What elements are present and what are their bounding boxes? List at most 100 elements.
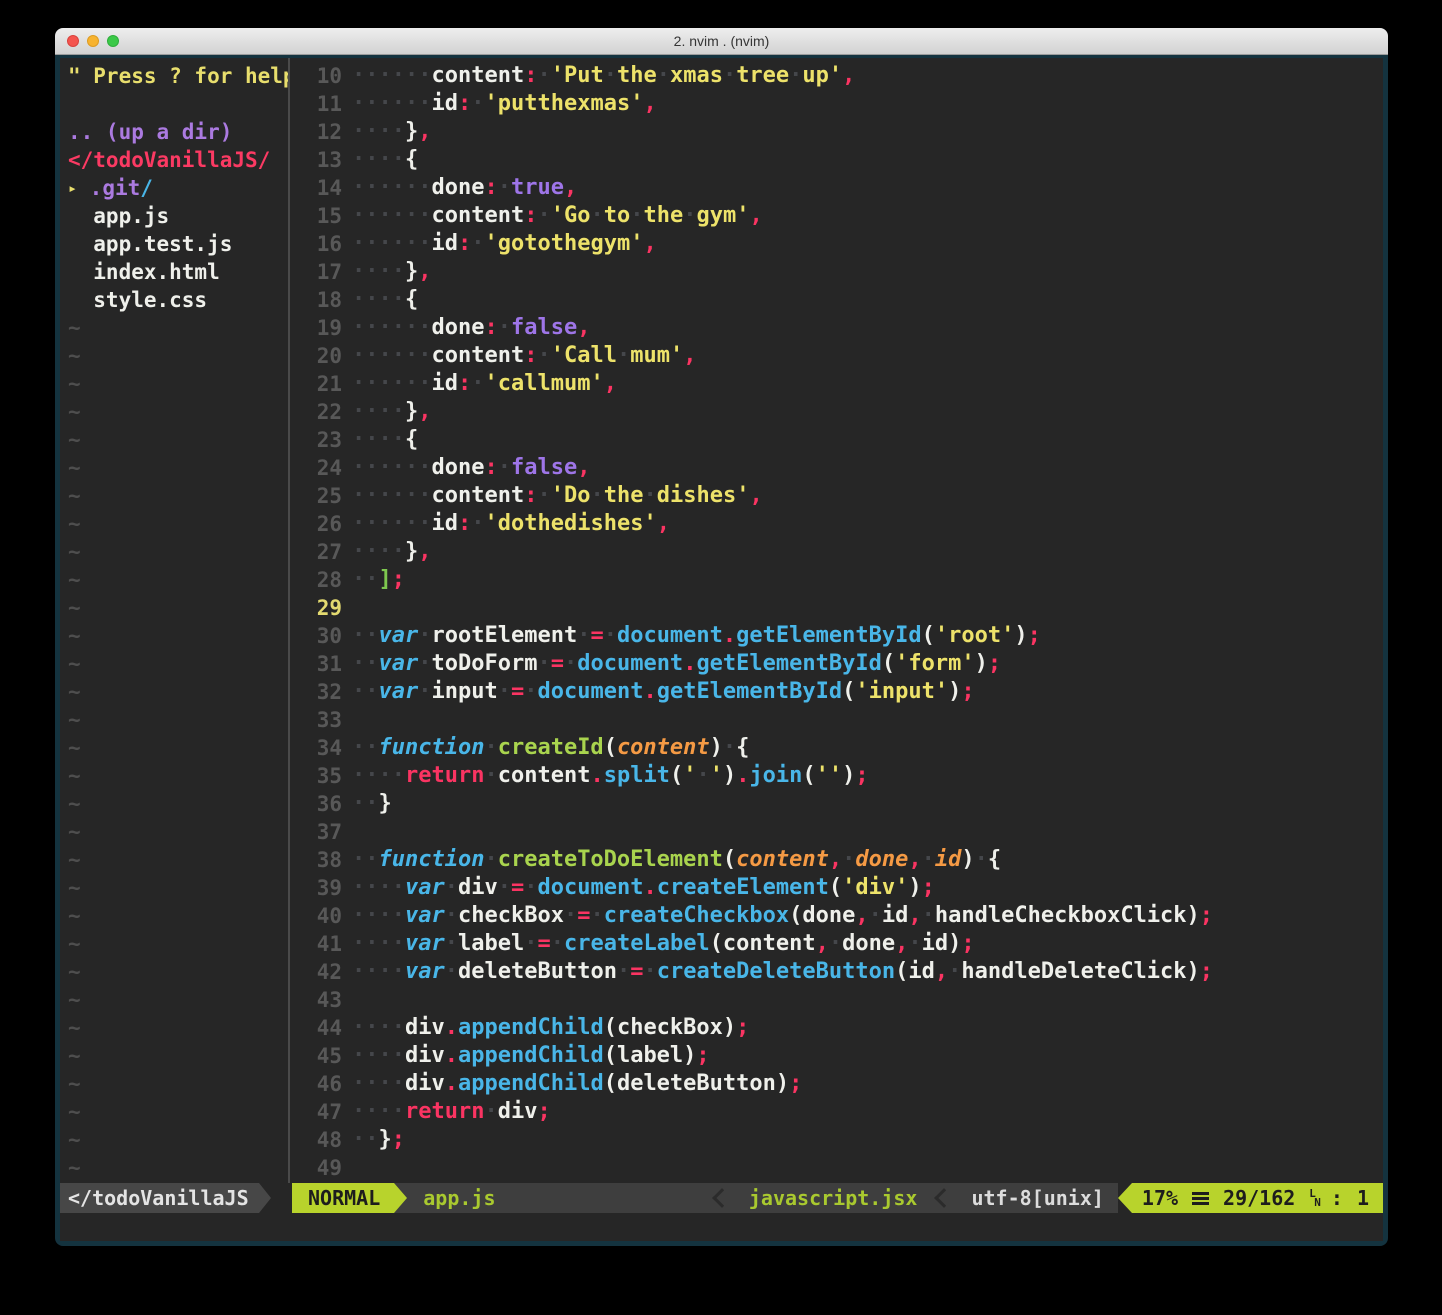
code-line[interactable]: 12····},	[290, 118, 1383, 146]
code-line[interactable]: 47····return·div;	[290, 1098, 1383, 1126]
code-line[interactable]: 42····var·deleteButton·=·createDeleteBut…	[290, 958, 1383, 986]
empty-line-tilde: ~	[68, 790, 288, 818]
line-number: 40	[290, 902, 342, 930]
dir-slash-label: /	[140, 176, 153, 200]
nerdtree-item[interactable]: " Press ? for help	[68, 62, 288, 90]
code-token: up'	[802, 63, 842, 88]
code-token: document	[538, 875, 644, 900]
code-line[interactable]: 49	[290, 1154, 1383, 1182]
code-token: done	[432, 175, 485, 200]
code-line[interactable]: 35····return·content.split('·').join('')…	[290, 762, 1383, 790]
whitespace-dot: ·	[405, 455, 418, 480]
code-line[interactable]: 48··};	[290, 1126, 1383, 1154]
nvim-screen: " Press ? for help .. (up a dir)</todoVan…	[60, 58, 1383, 1241]
line-number: 15	[290, 202, 342, 230]
code-token: ;	[988, 651, 1001, 676]
whitespace-dot: ·	[365, 539, 378, 564]
code-line[interactable]: 40····var·checkBox·=·createCheckbox(done…	[290, 902, 1383, 930]
code-line[interactable]: 30··var·rootElement·=·document.getElemen…	[290, 622, 1383, 650]
code-line[interactable]: 11······id:·'putthexmas',	[290, 90, 1383, 118]
code-line[interactable]: 39····var·div·=·document.createElement('…	[290, 874, 1383, 902]
code-line-content: ······done:·true,	[352, 174, 1383, 202]
vim-mode-indicator: NORMAL	[292, 1183, 394, 1213]
nerdtree-item[interactable]: .. (up a dir)	[68, 118, 288, 146]
code-line[interactable]: 21······id:·'callmum',	[290, 370, 1383, 398]
nerdtree-item[interactable]: ▸ .git/	[68, 174, 288, 202]
chevron-left-icon	[712, 1188, 732, 1208]
collapsed-dir-arrow-icon[interactable]: ▸	[68, 179, 77, 197]
nerdtree-item[interactable]	[68, 90, 288, 118]
nerdtree-item[interactable]: app.test.js	[68, 230, 288, 258]
code-line[interactable]: 25······content:·'Do·the·dishes',	[290, 482, 1383, 510]
code-line-content: ······done:·false,	[352, 314, 1383, 342]
nerdtree-item[interactable]: </todoVanillaJS/	[68, 146, 288, 174]
code-line-content: ······id:·'dothedishes',	[352, 510, 1383, 538]
code-line[interactable]: 32··var·input·=·document.getElementById(…	[290, 678, 1383, 706]
nerdtree-item[interactable]: index.html	[68, 258, 288, 286]
code-line[interactable]: 27····},	[290, 538, 1383, 566]
window-titlebar[interactable]: 2. nvim . (nvim)	[55, 28, 1388, 55]
code-line[interactable]: 23····{	[290, 426, 1383, 454]
code-line-content	[352, 818, 1383, 846]
code-line[interactable]: 36··}	[290, 790, 1383, 818]
code-token: =	[577, 903, 590, 928]
cursor-position-label: 29/162	[1223, 1183, 1295, 1213]
code-token: 'Go	[551, 203, 591, 228]
code-line[interactable]: 43	[290, 986, 1383, 1014]
whitespace-dot: ·	[379, 763, 392, 788]
code-token: createLabel	[564, 931, 710, 956]
whitespace-dot: ·	[379, 875, 392, 900]
nerdtree-item-label: style.css	[68, 288, 207, 312]
code-line[interactable]: 22····},	[290, 398, 1383, 426]
nerdtree-item[interactable]: app.js	[68, 202, 288, 230]
lines-icon	[1192, 1192, 1209, 1205]
code-line[interactable]: 17····},	[290, 258, 1383, 286]
code-line[interactable]: 14······done:·true,	[290, 174, 1383, 202]
code-token: (	[842, 679, 855, 704]
code-line[interactable]: 31··var·toDoForm·=·document.getElementBy…	[290, 650, 1383, 678]
code-line[interactable]: 28··];	[290, 566, 1383, 594]
code-token: the	[604, 483, 644, 508]
code-line[interactable]: 45····div.appendChild(label);	[290, 1042, 1383, 1070]
code-line[interactable]: 41····var·label·=·createLabel(content,·d…	[290, 930, 1383, 958]
whitespace-dot: ·	[392, 343, 405, 368]
empty-line-tilde: ~	[68, 818, 288, 846]
code-line[interactable]: 26······id:·'dothedishes',	[290, 510, 1383, 538]
code-line[interactable]: 15······content:·'Go·to·the·gym',	[290, 202, 1383, 230]
code-line[interactable]: 19······done:·false,	[290, 314, 1383, 342]
code-line[interactable]: 24······done:·false,	[290, 454, 1383, 482]
code-editor-buffer[interactable]: 10······content:·'Put·the·xmas·tree·up',…	[290, 58, 1383, 1183]
code-line[interactable]: 16······id:·'gotothegym',	[290, 230, 1383, 258]
code-line[interactable]: 46····div.appendChild(deleteButton);	[290, 1070, 1383, 1098]
minimize-window-button[interactable]	[87, 35, 99, 47]
code-line[interactable]: 10······content:·'Put·the·xmas·tree·up',	[290, 62, 1383, 90]
code-line[interactable]: 13····{	[290, 146, 1383, 174]
code-line[interactable]: 29	[290, 594, 1383, 622]
whitespace-dot: ·	[379, 483, 392, 508]
code-token: content	[432, 343, 525, 368]
code-token: 'Call	[551, 343, 617, 368]
code-line-content: ····return·content.split('·').join('');	[352, 762, 1383, 790]
whitespace-dot: ·	[564, 651, 577, 676]
code-line[interactable]: 20······content:·'Call·mum',	[290, 342, 1383, 370]
code-line[interactable]: 18····{	[290, 286, 1383, 314]
vim-command-line[interactable]	[60, 1213, 1383, 1241]
whitespace-dot: ·	[657, 63, 670, 88]
code-line-content: ······id:·'putthexmas',	[352, 90, 1383, 118]
code-token: )	[710, 735, 723, 760]
code-line[interactable]: 37	[290, 818, 1383, 846]
code-line[interactable]: 34··function·createId(content)·{	[290, 734, 1383, 762]
code-line[interactable]: 38··function·createToDoElement(content,·…	[290, 846, 1383, 874]
whitespace-dot: ·	[418, 231, 431, 256]
code-line[interactable]: 44····div.appendChild(checkBox);	[290, 1014, 1383, 1042]
nerdtree-item[interactable]: style.css	[68, 286, 288, 314]
code-token: ,	[816, 931, 829, 956]
close-window-button[interactable]	[67, 35, 79, 47]
zoom-window-button[interactable]	[107, 35, 119, 47]
code-line[interactable]: 33	[290, 706, 1383, 734]
whitespace-dot: ·	[352, 959, 365, 984]
nerdtree-sidebar[interactable]: " Press ? for help .. (up a dir)</todoVan…	[60, 58, 288, 1183]
whitespace-dot: ·	[352, 763, 365, 788]
code-token: .	[445, 1043, 458, 1068]
whitespace-dot: ·	[392, 63, 405, 88]
